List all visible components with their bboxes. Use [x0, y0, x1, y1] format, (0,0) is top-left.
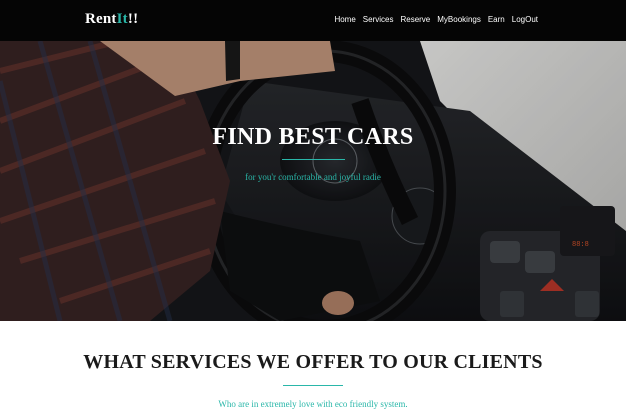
brand-accent: It [116, 11, 128, 27]
navbar: RentIt!! Home Services Reserve MyBooking… [0, 0, 626, 41]
brand-prefix: Rent [85, 11, 117, 27]
hero-title: FIND BEST CARS [212, 124, 414, 150]
services-divider [283, 385, 343, 386]
brand-suffix: !! [127, 11, 139, 27]
hero-divider [282, 159, 345, 160]
services-section: WHAT SERVICES WE OFFER TO OUR CLIENTS Wh… [0, 321, 626, 417]
nav-link-mybookings[interactable]: MyBookings [437, 15, 481, 24]
nav-links: Home Services Reserve MyBookings Earn Lo… [334, 15, 538, 24]
hero-section: 88:8 FIND BEST CARS for you'r comfortabl… [0, 41, 626, 321]
hero-subtitle: for you'r comfortable and joyful radie [245, 172, 381, 182]
brand-logo[interactable]: RentIt!! [85, 11, 138, 28]
nav-link-reserve[interactable]: Reserve [400, 15, 430, 24]
nav-link-home[interactable]: Home [334, 15, 355, 24]
nav-link-earn[interactable]: Earn [488, 15, 505, 24]
nav-link-services[interactable]: Services [363, 15, 394, 24]
services-subtitle: Who are in extremely love with eco frien… [218, 399, 408, 409]
nav-link-logout[interactable]: LogOut [512, 15, 538, 24]
services-title: WHAT SERVICES WE OFFER TO OUR CLIENTS [83, 351, 543, 373]
